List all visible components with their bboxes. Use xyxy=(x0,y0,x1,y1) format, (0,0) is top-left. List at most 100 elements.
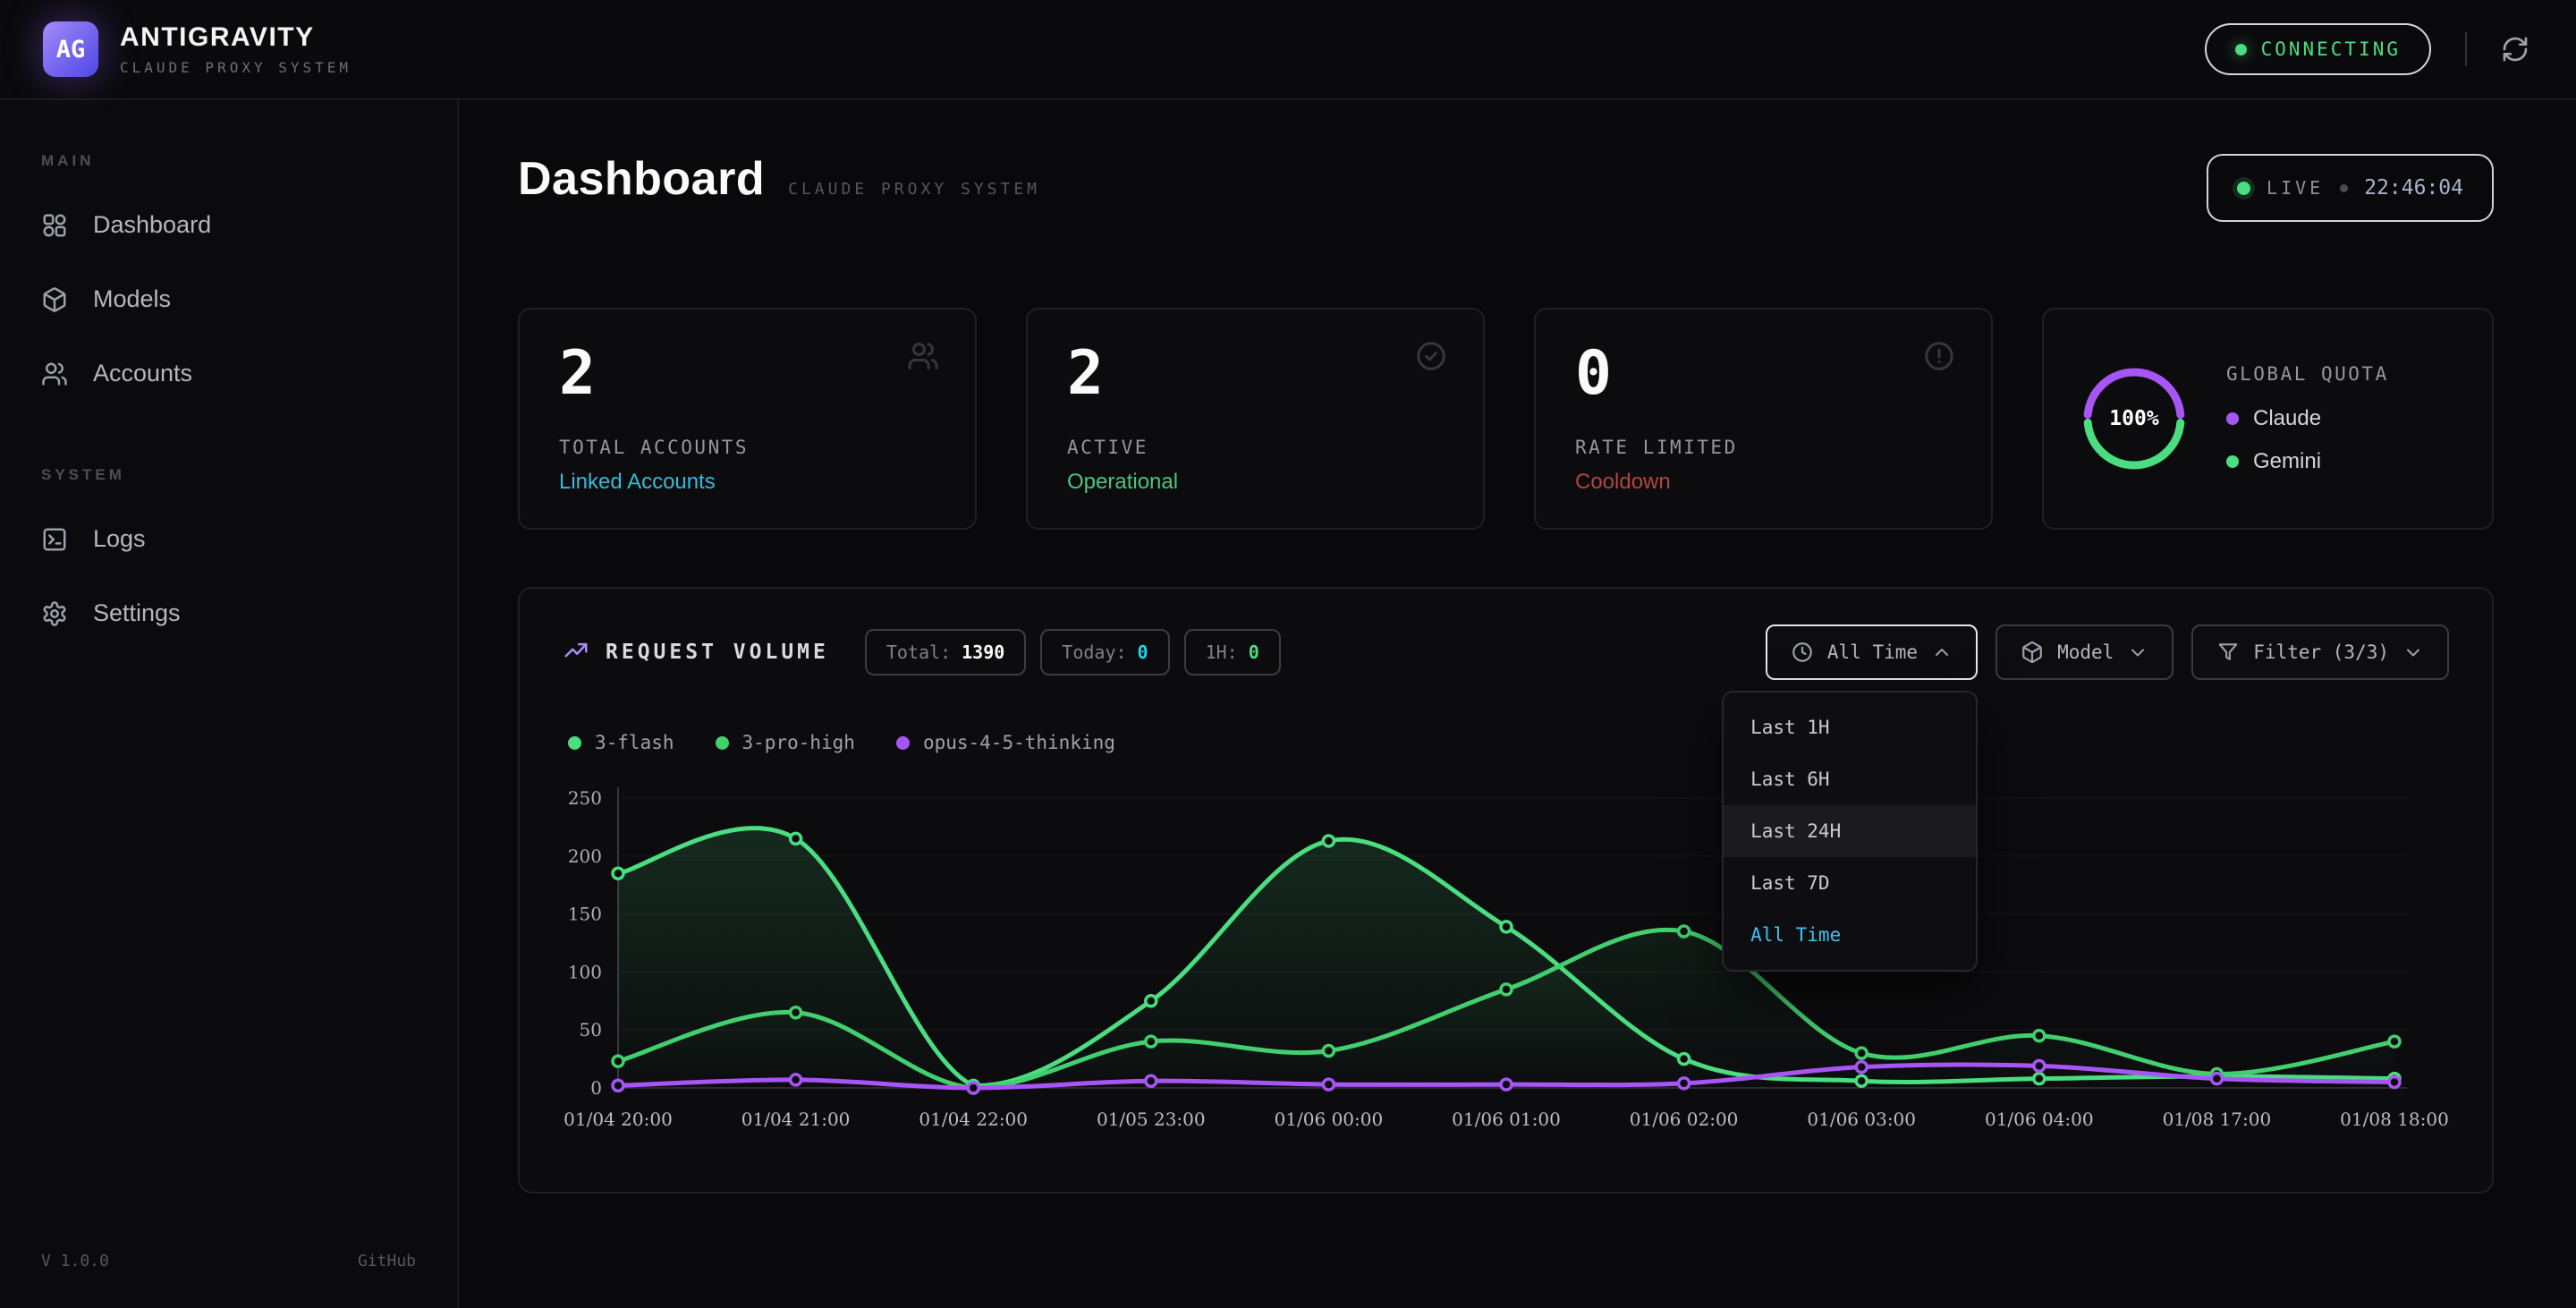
data-point xyxy=(1323,1079,1334,1090)
legend-series-name: 3-flash xyxy=(595,732,674,753)
quota-percent: 100% xyxy=(2080,364,2189,473)
menu-item-all-time[interactable]: All Time xyxy=(1724,909,1976,961)
stat-sublabel: Linked Accounts xyxy=(559,470,936,495)
menu-item-last-6h[interactable]: Last 6H xyxy=(1724,753,1976,805)
x-tick-label: 01/06 00:00 xyxy=(1275,1108,1384,1130)
app-title: ANTIGRAVITY xyxy=(120,22,352,53)
topbar-divider xyxy=(2465,32,2467,66)
sidebar-item-settings[interactable]: Settings xyxy=(0,576,457,650)
chart-area: 05010015020025001/04 20:0001/04 21:0001/… xyxy=(563,773,2449,1139)
data-point xyxy=(1501,922,1512,932)
refresh-button[interactable] xyxy=(2501,35,2529,64)
legend-item-opus-4-5-thinking[interactable]: opus-4-5-thinking xyxy=(896,732,1115,753)
data-point xyxy=(1501,1079,1512,1090)
menu-item-last-24h[interactable]: Last 24H xyxy=(1724,805,1976,857)
connection-status-dot xyxy=(2235,44,2247,55)
model-dropdown-wrap: Model xyxy=(1996,624,2174,680)
data-point xyxy=(791,833,801,844)
stat-sublabel: Cooldown xyxy=(1575,470,1952,495)
data-point xyxy=(613,1080,623,1091)
sidebar-footer: V 1.0.0 GitHub xyxy=(0,1252,457,1270)
main-content: Dashboard CLAUDE PROXY SYSTEM LIVE 22:46… xyxy=(459,100,2576,1308)
time-range-menu: Last 1HLast 6HLast 24HLast 7DAll Time xyxy=(1722,691,1978,972)
box-icon xyxy=(41,286,68,313)
terminal-icon xyxy=(41,526,68,553)
brand: ANTIGRAVITY CLAUDE PROXY SYSTEM xyxy=(120,22,352,76)
sidebar-section-system: SYSTEM LogsSettings xyxy=(0,466,457,650)
sidebar-item-accounts[interactable]: Accounts xyxy=(0,336,457,411)
data-point xyxy=(2034,1074,2045,1084)
x-tick-label: 01/04 22:00 xyxy=(919,1108,1028,1130)
sidebar-section-header: SYSTEM xyxy=(41,466,457,484)
dropdown-label: All Time xyxy=(1827,641,1918,663)
menu-item-last-1h[interactable]: Last 1H xyxy=(1724,701,1976,753)
trending-up-icon xyxy=(563,637,589,664)
stat-value: 2 xyxy=(1067,344,1444,404)
x-tick-label: 01/05 23:00 xyxy=(1097,1108,1206,1130)
stat-card-active: 2ACTIVEOperational xyxy=(1026,308,1485,530)
x-tick-label: 01/06 01:00 xyxy=(1452,1108,1561,1130)
data-point xyxy=(968,1083,979,1093)
legend-series-name: 3-pro-high xyxy=(742,732,855,753)
legend-dot xyxy=(716,736,729,750)
funnel-icon xyxy=(2216,641,2240,664)
stat-card-total-accounts: 2TOTAL ACCOUNTSLinked Accounts xyxy=(518,308,977,530)
global-quota-card: 100%GLOBAL QUOTAClaudeGemini xyxy=(2042,308,2494,530)
data-point xyxy=(1679,926,1690,937)
request-volume-chart[interactable]: 05010015020025001/04 20:0001/04 21:0001/… xyxy=(563,773,2450,1134)
legend-dot xyxy=(2226,455,2239,468)
stat-value: 2 xyxy=(559,344,936,404)
model-dropdown[interactable]: Model xyxy=(1996,624,2174,680)
y-tick-label: 100 xyxy=(568,961,602,982)
data-point xyxy=(1146,1075,1157,1086)
app-logo-text: AG xyxy=(56,36,86,64)
data-point xyxy=(2034,1060,2045,1071)
data-point xyxy=(1323,1046,1334,1057)
volume-stat-badges: Total:1390Today:01H:0 xyxy=(865,629,1281,675)
app-root: AG ANTIGRAVITY CLAUDE PROXY SYSTEM CONNE… xyxy=(0,0,2576,1308)
stat-label: RATE LIMITED xyxy=(1575,437,1952,458)
y-tick-label: 200 xyxy=(568,845,602,867)
data-point xyxy=(1146,996,1157,1006)
page-header: Dashboard CLAUDE PROXY SYSTEM LIVE 22:46… xyxy=(518,152,2494,222)
github-link[interactable]: GitHub xyxy=(358,1252,416,1270)
data-point xyxy=(1856,1048,1867,1058)
sidebar-item-dashboard[interactable]: Dashboard xyxy=(0,188,457,262)
sidebar-section-main: MAINDashboardModelsAccounts xyxy=(0,152,457,411)
sidebar-item-models[interactable]: Models xyxy=(0,262,457,336)
request-volume-panel: REQUEST VOLUME Total:1390Today:01H:0 All… xyxy=(518,587,2494,1193)
y-tick-label: 50 xyxy=(580,1019,602,1040)
stat-card-rate-limited: 0RATE LIMITEDCooldown xyxy=(1534,308,1993,530)
chart-legend: 3-flash 3-pro-high opus-4-5-thinking xyxy=(563,732,2449,753)
data-point xyxy=(1146,1036,1157,1047)
quota-legend-item-gemini: Gemini xyxy=(2226,449,2389,474)
data-point xyxy=(1679,1054,1690,1065)
users-icon xyxy=(41,361,68,387)
filter-dropdown[interactable]: Filter (3/3) xyxy=(2191,624,2449,680)
panel-title: REQUEST VOLUME xyxy=(606,641,829,664)
legend-item-3-flash[interactable]: 3-flash xyxy=(568,732,674,753)
dashboard-grid-icon xyxy=(41,212,68,239)
x-tick-label: 01/08 17:00 xyxy=(2163,1108,2272,1130)
sidebar: MAINDashboardModelsAccounts SYSTEM LogsSet… xyxy=(0,100,459,1308)
refresh-icon xyxy=(2501,35,2529,64)
time-range-dropdown[interactable]: All Time xyxy=(1766,624,1978,680)
legend-item-3-pro-high[interactable]: 3-pro-high xyxy=(716,732,855,753)
panel-header: REQUEST VOLUME Total:1390Today:01H:0 All… xyxy=(563,624,2449,680)
page-title: Dashboard xyxy=(518,152,765,206)
chevron-down-icon xyxy=(2127,641,2148,663)
data-point xyxy=(1679,1078,1690,1089)
y-tick-label: 250 xyxy=(568,787,602,809)
live-dot xyxy=(2237,182,2250,195)
stat-cards-row: 2TOTAL ACCOUNTSLinked Accounts2ACTIVEOpe… xyxy=(518,308,2494,530)
data-point xyxy=(2389,1077,2400,1088)
menu-item-last-7d[interactable]: Last 7D xyxy=(1724,857,1976,909)
x-tick-label: 01/06 02:00 xyxy=(1630,1108,1739,1130)
data-point xyxy=(613,1056,623,1066)
alert-circle-icon xyxy=(1923,340,1955,372)
connection-status-badge: CONNECTING xyxy=(2205,23,2431,75)
gear-icon xyxy=(41,600,68,627)
x-tick-label: 01/06 04:00 xyxy=(1985,1108,2094,1130)
sidebar-item-logs[interactable]: Logs xyxy=(0,502,457,576)
data-point xyxy=(1856,1062,1867,1073)
